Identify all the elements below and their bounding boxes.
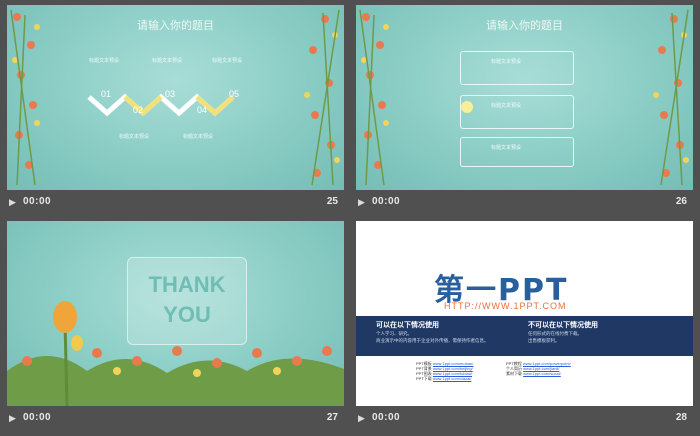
play-icon[interactable]: ▶ <box>9 197 16 208</box>
slide-title: 请输入你的题目 <box>137 20 214 32</box>
play-icon[interactable]: ▶ <box>9 413 16 424</box>
text-box: 标题文本预设 <box>460 51 574 85</box>
text-box: 标题文本预设 <box>460 95 574 129</box>
text-box: 标题文本预设 <box>460 137 574 167</box>
play-icon[interactable]: ▶ <box>358 197 365 208</box>
slide-duration: 00:00 <box>23 196 52 207</box>
box-label: 标题文本预设 <box>491 145 522 151</box>
step-number: 02 <box>133 105 144 115</box>
site-url: HTTP://WWW.1PPT.COM <box>444 301 567 311</box>
label: 标题文本预设 <box>212 58 243 64</box>
slide-statusbar: ▶ 00:00 28 <box>356 408 693 430</box>
disallowed-item: 任何形式的在线付费下载。 <box>528 331 582 336</box>
slide-duration: 00:00 <box>372 412 401 423</box>
link-list: PPT模板 www.1ppt.com/moban/ PPT背景 www.1ppt… <box>416 361 473 381</box>
step-number: 03 <box>165 89 176 99</box>
slide-duration: 00:00 <box>23 412 52 423</box>
slide-thumbnail-27[interactable]: THANK YOU ▶ 00:00 27 <box>7 221 344 431</box>
allowed-item: 商业演示中的内容用于企业对外传播，需保持作者信息。 <box>376 338 489 343</box>
play-icon[interactable]: ▶ <box>358 413 365 424</box>
label: 标题文本预设 <box>152 58 183 64</box>
slide-number: 25 <box>326 196 338 207</box>
thank-line: THANK <box>148 272 226 297</box>
slide-preview: THANK YOU <box>7 221 344 406</box>
slide-number: 27 <box>326 412 338 423</box>
slide-statusbar: ▶ 00:00 27 <box>7 408 344 430</box>
step-number: 05 <box>229 89 240 99</box>
slide-statusbar: ▶ 00:00 26 <box>356 192 693 214</box>
slide-preview: 请输入你的题目 标题文本预设 标题文本预设 标题文本预设 标题文本预设 标题文本… <box>7 5 344 190</box>
step-number: 01 <box>101 89 112 99</box>
you-line: YOU <box>163 302 211 327</box>
slide-preview: 第一PPT HTTP://WWW.1PPT.COM 可以在以下情况使用 个人学习… <box>356 221 693 406</box>
usage-banner: 可以在以下情况使用 个人学习、研究。 商业演示中的内容用于企业对外传播，需保持作… <box>356 316 693 356</box>
disallowed-heading: 不可以在以下情况使用 <box>528 322 598 329</box>
slide-statusbar: ▶ 00:00 25 <box>7 192 344 214</box>
slide-preview: 请输入你的题目 标题文本预设 标题文本预设 标题文本预设 <box>356 5 693 190</box>
allowed-item: 个人学习、研究。 <box>376 331 412 336</box>
link-list: PPT教程 www.1ppt.com/powerpoint/ 个人简历 www.… <box>506 361 571 376</box>
thank-you-box: THANK YOU <box>127 257 247 345</box>
slide-title: 请输入你的题目 <box>486 20 563 32</box>
link-row: 素材下载 www.1ppt.com/sucai/ <box>506 371 561 376</box>
step-number: 04 <box>197 105 208 115</box>
disallowed-item: 出售模板获利。 <box>528 338 560 343</box>
label: 标题文本预设 <box>183 134 214 140</box>
slide-duration: 00:00 <box>372 196 401 207</box>
box-label: 标题文本预设 <box>491 59 522 65</box>
link-row: PPT下载 www.1ppt.com/xiazai/ <box>416 376 472 381</box>
allowed-heading: 可以在以下情况使用 <box>376 322 439 329</box>
label: 标题文本预设 <box>89 58 120 64</box>
slide-thumbnail-25[interactable]: 请输入你的题目 标题文本预设 标题文本预设 标题文本预设 标题文本预设 标题文本… <box>7 5 344 215</box>
slide-number: 28 <box>675 412 687 423</box>
label: 标题文本预设 <box>119 134 150 140</box>
slide-thumbnail-28[interactable]: 第一PPT HTTP://WWW.1PPT.COM 可以在以下情况使用 个人学习… <box>356 221 693 431</box>
box-label: 标题文本预设 <box>491 103 522 109</box>
slide-thumbnail-26[interactable]: 请输入你的题目 标题文本预设 标题文本预设 标题文本预设 ▶ 00:00 26 <box>356 5 693 215</box>
slide-number: 26 <box>675 196 687 207</box>
